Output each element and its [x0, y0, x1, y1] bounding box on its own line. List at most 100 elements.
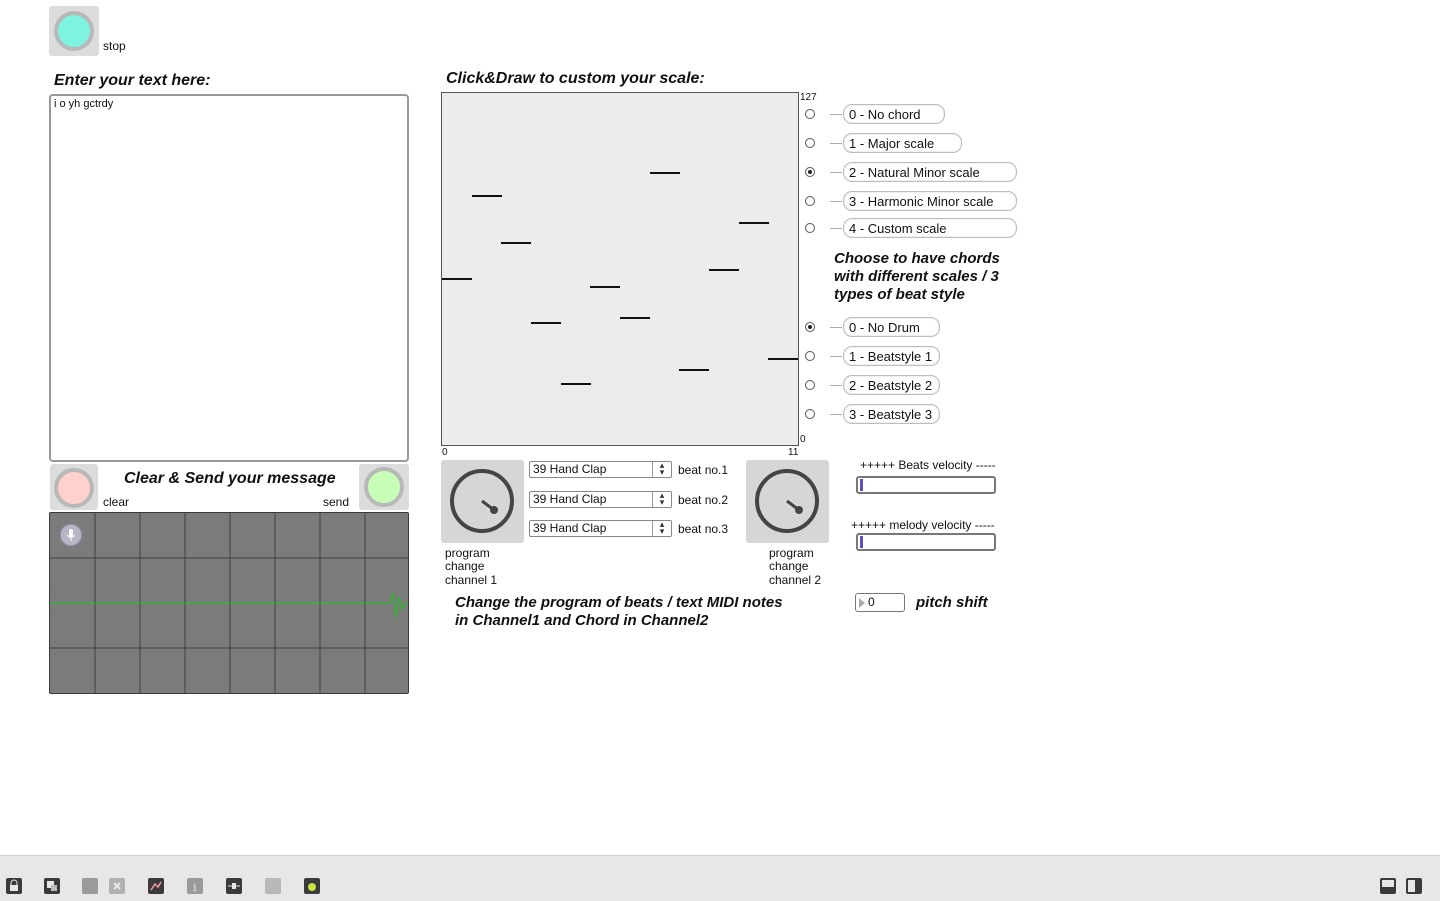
debug-icon[interactable]: [148, 878, 164, 894]
scale-min-label: 0: [800, 434, 806, 445]
stop-label: stop: [103, 39, 126, 53]
chord-radio-0[interactable]: [805, 109, 815, 119]
drum-radio-0[interactable]: [805, 322, 815, 332]
close-icon[interactable]: [109, 878, 125, 894]
chord-option-3[interactable]: 3 - Harmonic Minor scale: [843, 191, 1017, 211]
drum-option-1[interactable]: 1 - Beatstyle 1: [843, 346, 940, 366]
lock-icon[interactable]: [6, 878, 22, 894]
radio-connector: [830, 385, 842, 386]
play-triangle-icon: [859, 598, 865, 608]
text-panel-heading: Enter your text here:: [54, 72, 211, 89]
scale-note-step[interactable]: [739, 222, 769, 224]
drum-radio-2[interactable]: [805, 380, 815, 390]
scale-x-start-label: 0: [442, 447, 448, 458]
chord-option-1[interactable]: 1 - Major scale: [843, 133, 962, 153]
drum-option-0[interactable]: 0 - No Drum: [843, 317, 940, 337]
beat-2-value: 39 Hand Clap: [533, 492, 607, 506]
radio-connector: [830, 228, 842, 229]
beat-3-value: 39 Hand Clap: [533, 521, 607, 535]
bottom-caption-line1: Change the program of beats / text MIDI …: [455, 594, 783, 611]
scale-draw-area[interactable]: [441, 92, 799, 446]
scale-note-step[interactable]: [442, 278, 472, 280]
melody-velocity-slider[interactable]: [856, 533, 996, 551]
pitch-shift-value: 0: [868, 595, 875, 609]
scale-note-step[interactable]: [768, 358, 798, 360]
clear-toggle[interactable]: [50, 464, 98, 510]
scale-note-step[interactable]: [590, 286, 620, 288]
beat-1-value: 39 Hand Clap: [533, 462, 607, 476]
dial-ring: [450, 469, 514, 533]
program-change-2-line1: program: [769, 546, 814, 560]
chord-option-4[interactable]: 4 - Custom scale: [843, 218, 1017, 238]
clear-label: clear: [103, 495, 130, 509]
drum-radio-3[interactable]: [805, 409, 815, 419]
chord-option-0[interactable]: 0 - No chord: [843, 104, 945, 124]
slider-handle[interactable]: [860, 536, 863, 548]
program-change-dial-1[interactable]: [441, 460, 524, 543]
scale-note-step[interactable]: [472, 195, 502, 197]
microphone-icon[interactable]: [60, 524, 82, 546]
beat-2-menu[interactable]: 39 Hand Clap ▴ ▾: [529, 491, 672, 508]
scale-panel-heading: Click&Draw to custom your scale:: [446, 70, 705, 87]
clear-send-heading: Clear & Send your message: [124, 470, 336, 487]
scale-max-label: 127: [800, 92, 817, 103]
chord-radio-4[interactable]: [805, 223, 815, 233]
stop-indicator: [54, 11, 94, 51]
chevron-updown-icon: ▴ ▾: [652, 520, 671, 536]
grid-icon[interactable]: [265, 878, 281, 894]
chevron-updown-icon: ▴ ▾: [652, 461, 671, 477]
slider-icon[interactable]: [226, 878, 242, 894]
slider-handle[interactable]: [860, 479, 863, 491]
snapshot-icon[interactable]: [304, 878, 320, 894]
drum-option-3[interactable]: 3 - Beatstyle 3: [843, 404, 940, 424]
pitch-shift-number[interactable]: 0: [855, 593, 905, 612]
scale-note-step[interactable]: [650, 172, 680, 174]
layout-right-icon[interactable]: [1406, 878, 1422, 894]
program-change-2-line2: change: [769, 559, 809, 573]
scale-note-step[interactable]: [501, 242, 531, 244]
scale-note-step[interactable]: [620, 317, 650, 319]
beat-1-label: beat no.1: [678, 463, 729, 477]
radio-connector: [830, 172, 842, 173]
melody-velocity-label: +++++ melody velocity -----: [851, 518, 995, 532]
drum-option-2[interactable]: 2 - Beatstyle 2: [843, 375, 940, 395]
chord-radio-2[interactable]: [805, 167, 815, 177]
program-change-dial-2[interactable]: [746, 460, 829, 543]
program-change-1-line3: channel 1: [445, 573, 498, 587]
chord-option-2[interactable]: 2 - Natural Minor scale: [843, 162, 1017, 182]
scale-x-end-label: 11: [788, 447, 799, 458]
scale-note-step[interactable]: [561, 383, 591, 385]
beat-1-menu[interactable]: 39 Hand Clap ▴ ▾: [529, 461, 672, 478]
scale-note-step[interactable]: [679, 369, 709, 371]
dial-ring: [755, 469, 819, 533]
send-toggle[interactable]: [359, 464, 409, 510]
message-textarea[interactable]: i o yh gctrdy: [49, 94, 409, 462]
layout-bottom-icon[interactable]: [1380, 878, 1396, 894]
radio-connector: [830, 201, 842, 202]
radio-connector: [830, 414, 842, 415]
beat-3-menu[interactable]: 39 Hand Clap ▴ ▾: [529, 520, 672, 537]
presentation-icon[interactable]: [44, 878, 60, 894]
scale-note-step[interactable]: [531, 322, 561, 324]
radio-connector: [830, 356, 842, 357]
radio-connector: [830, 143, 842, 144]
mixer-icon[interactable]: [82, 878, 98, 894]
pitch-shift-label: pitch shift: [916, 594, 988, 611]
beats-velocity-label: +++++ Beats velocity -----: [860, 458, 996, 472]
drum-radio-1[interactable]: [805, 351, 815, 361]
stop-toggle[interactable]: [49, 6, 99, 56]
chord-radio-3[interactable]: [805, 196, 815, 206]
bottom-caption-line2: in Channel1 and Chord in Channel2: [455, 612, 709, 629]
beat-2-label: beat no.2: [678, 493, 729, 507]
chord-caption: Choose to have chords with different sca…: [834, 250, 1000, 303]
radio-connector: [830, 114, 842, 115]
beat-3-label: beat no.3: [678, 522, 729, 536]
clear-indicator: [54, 468, 94, 508]
beats-velocity-slider[interactable]: [856, 476, 996, 494]
audio-scope[interactable]: [49, 512, 409, 694]
scale-note-step[interactable]: [709, 269, 739, 271]
chevron-updown-icon: ▴ ▾: [652, 491, 671, 507]
info-icon[interactable]: i: [187, 878, 203, 894]
chord-radio-1[interactable]: [805, 138, 815, 148]
send-indicator: [364, 467, 404, 507]
